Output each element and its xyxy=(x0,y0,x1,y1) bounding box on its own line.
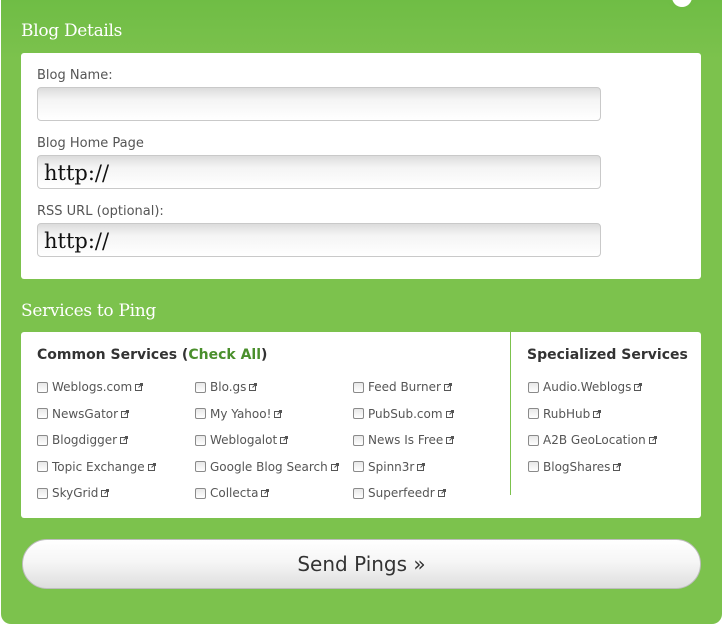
service-checkbox[interactable] xyxy=(195,408,206,419)
external-link-icon xyxy=(147,462,156,471)
external-link-icon xyxy=(101,489,110,497)
blog-details-panel: Blog Name: Blog Home Page RSS URL (optio… xyxy=(21,53,701,279)
blog-home-label: Blog Home Page xyxy=(37,136,144,151)
external-link-icon xyxy=(445,409,454,418)
service-item-topic-exchange[interactable]: Topic Exchange xyxy=(37,459,156,475)
service-checkbox[interactable] xyxy=(195,381,206,393)
external-link-icon xyxy=(274,409,283,418)
service-label[interactable]: Spinn3r xyxy=(368,460,414,474)
service-checkbox[interactable] xyxy=(195,461,206,472)
external-link-icon xyxy=(121,409,130,418)
rss-url-label: RSS URL (optional): xyxy=(37,204,164,219)
service-item-collecta[interactable]: Collecta xyxy=(195,485,270,501)
service-item-weblogalot[interactable]: Weblogalot xyxy=(195,432,289,448)
blog-home-input[interactable] xyxy=(37,155,601,189)
service-item-weblogs-com[interactable]: Weblogs.com xyxy=(37,379,144,395)
external-link-icon xyxy=(593,409,602,418)
service-item-blogdigger[interactable]: Blogdigger xyxy=(37,432,129,448)
service-checkbox[interactable] xyxy=(528,461,539,472)
service-checkbox[interactable] xyxy=(37,461,48,472)
service-checkbox[interactable] xyxy=(195,434,206,446)
service-checkbox[interactable] xyxy=(353,487,364,499)
rss-url-input[interactable] xyxy=(37,223,601,257)
service-item-blogshares[interactable]: BlogShares xyxy=(528,459,622,475)
external-link-icon xyxy=(249,383,258,391)
service-item-blo-gs[interactable]: Blo.gs xyxy=(195,379,258,395)
service-checkbox[interactable] xyxy=(37,487,48,499)
service-label[interactable]: Weblogs.com xyxy=(52,380,132,394)
service-item-audio-weblogs[interactable]: Audio.Weblogs xyxy=(528,379,643,395)
check-all-link[interactable]: Check All xyxy=(188,347,261,363)
service-item-newsgator[interactable]: NewsGator xyxy=(37,406,130,422)
common-services-label: Common Services ( xyxy=(37,347,189,363)
service-item-feed-burner[interactable]: Feed Burner xyxy=(353,379,452,395)
service-label[interactable]: Weblogalot xyxy=(210,433,277,447)
service-checkbox[interactable] xyxy=(528,408,539,419)
service-checkbox[interactable] xyxy=(37,434,48,446)
service-label[interactable]: A2B GeoLocation xyxy=(543,433,646,447)
service-item-pubsub-com[interactable]: PubSub.com xyxy=(353,406,454,422)
specialized-services-title: Specialized Services xyxy=(527,347,688,363)
service-checkbox[interactable] xyxy=(37,408,48,419)
external-link-icon xyxy=(437,489,446,497)
external-link-icon xyxy=(446,436,455,444)
service-checkbox[interactable] xyxy=(195,487,206,499)
service-label[interactable]: Collecta xyxy=(210,486,258,500)
service-label[interactable]: PubSub.com xyxy=(368,407,443,421)
common-services-close: ) xyxy=(261,347,268,363)
blog-details-title: Blog Details xyxy=(21,21,123,41)
service-checkbox[interactable] xyxy=(353,381,364,393)
blog-name-label: Blog Name: xyxy=(37,68,113,83)
service-checkbox[interactable] xyxy=(353,434,364,446)
service-item-google-blog-search[interactable]: Google Blog Search xyxy=(195,459,339,475)
external-link-icon xyxy=(648,436,657,444)
external-link-icon xyxy=(330,462,339,471)
service-checkbox[interactable] xyxy=(353,408,364,419)
service-item-a2b-geolocation[interactable]: A2B GeoLocation xyxy=(528,432,657,448)
external-link-icon xyxy=(261,489,270,497)
service-label[interactable]: Google Blog Search xyxy=(210,460,328,474)
services-title: Services to Ping xyxy=(21,301,156,321)
external-link-icon xyxy=(613,462,622,471)
service-checkbox[interactable] xyxy=(528,434,539,446)
service-label[interactable]: Feed Burner xyxy=(368,380,441,394)
service-label[interactable]: Blogdigger xyxy=(52,433,117,447)
external-link-icon xyxy=(417,462,426,471)
service-checkbox[interactable] xyxy=(528,381,539,393)
service-item-skygrid[interactable]: SkyGrid xyxy=(37,485,110,501)
service-label[interactable]: Superfeedr xyxy=(368,486,435,500)
external-link-icon xyxy=(443,383,452,391)
service-label[interactable]: News Is Free xyxy=(368,433,443,447)
external-link-icon xyxy=(120,436,129,444)
services-panel: Common Services (Check All) Specialized … xyxy=(21,332,701,518)
blog-name-input[interactable] xyxy=(37,87,601,121)
service-label[interactable]: SkyGrid xyxy=(52,486,98,500)
service-label[interactable]: RubHub xyxy=(543,407,590,421)
service-label[interactable]: Topic Exchange xyxy=(52,460,145,474)
external-link-icon xyxy=(280,436,289,444)
service-label[interactable]: My Yahoo! xyxy=(210,407,271,421)
service-label[interactable]: Audio.Weblogs xyxy=(543,380,631,394)
send-pings-button[interactable]: Send Pings » xyxy=(22,539,701,589)
service-item-rubhub[interactable]: RubHub xyxy=(528,406,602,422)
service-item-news-is-free[interactable]: News Is Free xyxy=(353,432,455,448)
external-link-icon xyxy=(634,383,643,391)
service-label[interactable]: Blo.gs xyxy=(210,380,246,394)
service-item-my-yahoo[interactable]: My Yahoo! xyxy=(195,406,283,422)
service-checkbox[interactable] xyxy=(37,381,48,393)
service-checkbox[interactable] xyxy=(353,461,364,472)
column-divider xyxy=(510,332,511,495)
service-label[interactable]: BlogShares xyxy=(543,460,610,474)
common-services-title: Common Services (Check All) xyxy=(37,347,267,363)
service-item-superfeedr[interactable]: Superfeedr xyxy=(353,485,446,501)
service-label[interactable]: NewsGator xyxy=(52,407,118,421)
external-link-icon xyxy=(135,383,144,391)
service-item-spinn3r[interactable]: Spinn3r xyxy=(353,459,426,475)
